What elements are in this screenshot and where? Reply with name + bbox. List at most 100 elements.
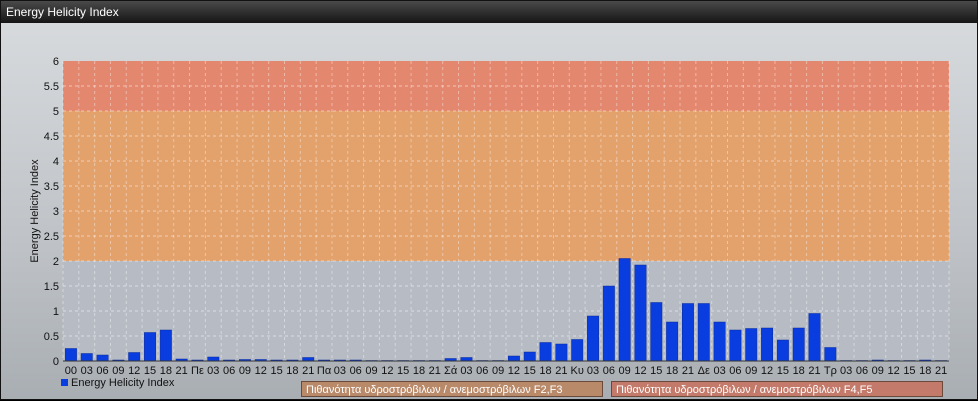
bar	[776, 339, 789, 362]
bar	[602, 285, 615, 362]
x-tick-label: 18	[413, 365, 425, 377]
y-tick-label: 1.5	[44, 281, 59, 293]
bar	[144, 332, 156, 362]
x-tick-label: 15	[777, 365, 789, 377]
x-tick-label: 03	[207, 365, 219, 377]
x-tick-label: 21	[555, 365, 567, 377]
x-tick-label: 03	[460, 365, 472, 377]
y-tick-label: 3.5	[44, 181, 59, 193]
x-tick-label: Τρ	[824, 365, 837, 377]
x-tick-label: 06	[96, 365, 108, 377]
bar	[460, 357, 473, 362]
y-tick-label: 0	[53, 356, 59, 368]
bar	[808, 313, 821, 362]
bar	[587, 315, 599, 362]
x-tick-label: 15	[524, 365, 536, 377]
bar	[555, 343, 568, 362]
x-tick-label: 09	[872, 365, 884, 377]
x-tick-label: 18	[666, 365, 678, 377]
x-tick-label: 21	[429, 365, 441, 377]
x-tick-label: 18	[919, 365, 931, 377]
bar	[697, 303, 710, 362]
bar	[64, 348, 77, 362]
x-tick-label: 21	[935, 365, 947, 377]
bar	[571, 339, 584, 362]
x-tick-label: 03	[840, 365, 852, 377]
x-tick-label: 06	[856, 365, 868, 377]
bar	[729, 329, 742, 362]
x-tick-label: 09	[365, 365, 377, 377]
x-tick-label: 03	[587, 365, 599, 377]
x-tick-label: 09	[745, 365, 757, 377]
y-axis-label: Energy Helicity Index	[29, 159, 41, 263]
x-tick-label: 06	[476, 365, 488, 377]
x-tick-label: 06	[729, 365, 741, 377]
bar	[539, 342, 552, 362]
x-tick-label: 03	[334, 365, 346, 377]
x-tick-label: 12	[508, 365, 520, 377]
bar	[507, 355, 520, 362]
y-tick-label: 5	[53, 106, 59, 118]
x-tick-label: 03	[81, 365, 93, 377]
legend-swatch	[61, 379, 68, 386]
x-tick-label: 12	[255, 365, 267, 377]
chart-panel: Energy Helicity Index 0 0.5 1 1.5 2 2.5 3 3.5 4 4…	[0, 0, 978, 400]
bar	[207, 356, 220, 362]
bar	[666, 321, 679, 362]
x-tick-label: 09	[619, 365, 631, 377]
x-tick-label: 12	[761, 365, 773, 377]
x-tick-label: 15	[397, 365, 409, 377]
y-tick-label: 4.5	[44, 131, 59, 143]
y-tick-label: 4	[53, 156, 59, 168]
bar	[682, 303, 694, 362]
x-tick-label: 12	[634, 365, 646, 377]
x-tick-label: 00	[65, 365, 77, 377]
x-tick-label: 18	[160, 365, 172, 377]
y-tick-labels: 0 0.5 1 1.5 2 2.5 3 3.5 4 4.5 5 5.5 6	[44, 56, 59, 368]
bar	[523, 351, 536, 362]
x-tick-label: 21	[682, 365, 694, 377]
x-tick-label: 21	[176, 365, 188, 377]
x-tick-label: 09	[239, 365, 251, 377]
bar	[824, 347, 837, 362]
bar	[80, 353, 93, 362]
y-tick-label: 3	[53, 206, 59, 218]
legend: Energy Helicity Index	[61, 377, 175, 389]
bar	[745, 328, 758, 362]
x-tick-label: 06	[223, 365, 235, 377]
legend-label: Energy Helicity Index	[71, 377, 175, 389]
bar	[159, 329, 172, 362]
x-tick-label: Κυ	[571, 365, 584, 377]
bar	[128, 352, 141, 362]
x-tick-label: 15	[650, 365, 662, 377]
y-tick-label: 1	[53, 306, 59, 318]
x-tick-label: 15	[144, 365, 156, 377]
x-tick-label: 18	[539, 365, 551, 377]
x-tick-label: 12	[888, 365, 900, 377]
y-tick-label: 6	[53, 56, 59, 68]
x-tick-label: 18	[286, 365, 298, 377]
y-tick-label: 2.5	[44, 231, 59, 243]
bar	[618, 258, 631, 362]
band-label-f2f3: Πιθανότητα υδροστρόβιλων / ανεμοστρόβιλω…	[301, 381, 603, 397]
x-tick-label: 21	[808, 365, 820, 377]
bar-chart: 00.511.522.533.544.555.56 00 03 06 09 12 15 18…	[29, 56, 950, 389]
x-tick-label: Πα	[317, 365, 332, 377]
x-tick-label: 09	[112, 365, 124, 377]
x-tick-label: Σά	[444, 365, 458, 377]
x-tick-label: 09	[492, 365, 504, 377]
bar	[713, 321, 726, 362]
bar	[96, 354, 109, 362]
x-tick-label: 15	[270, 365, 282, 377]
x-tick-label: Πε	[191, 365, 204, 377]
bar	[761, 327, 773, 362]
band-label-f4f5: Πιθανότητα υδροστρόβιλων / ανεμοστρόβιλω…	[611, 381, 943, 397]
bar	[650, 302, 663, 362]
x-tick-label: 18	[793, 365, 805, 377]
y-tick-label: 0.5	[44, 331, 59, 343]
x-tick-label: 06	[350, 365, 362, 377]
x-tick-label: Δε	[698, 365, 710, 377]
bar	[634, 264, 647, 362]
y-tick-label: 2	[53, 256, 59, 268]
x-tick-labels: 00 03 06 09 12 15 18 21 Πε 03 06 09 12 15 18 21 Πα 03 06 09…	[65, 365, 947, 377]
